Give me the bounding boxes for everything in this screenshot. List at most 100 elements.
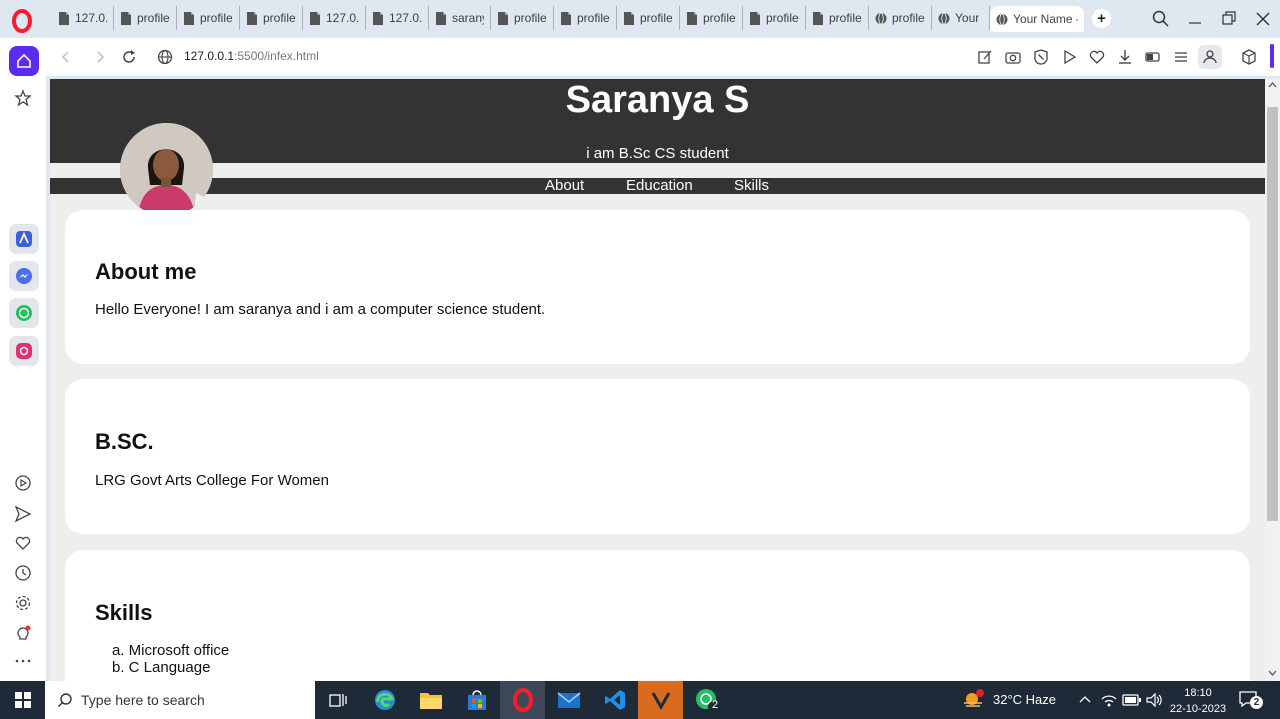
start-button[interactable]: [0, 681, 45, 719]
opera-sidebar: [0, 38, 46, 681]
home-button[interactable]: [9, 46, 39, 76]
browser-tab[interactable]: Your N: [932, 6, 990, 30]
notification-center-button[interactable]: 2: [1238, 690, 1263, 712]
tips-button[interactable]: [9, 620, 37, 648]
easy-setup-icon[interactable]: [1172, 48, 1190, 66]
battery-icon[interactable]: [1122, 693, 1142, 707]
tab-title: profile: [766, 11, 799, 25]
send-button[interactable]: [9, 500, 37, 528]
task-view-button[interactable]: [315, 681, 360, 719]
scrollbar-thumb[interactable]: [1267, 107, 1278, 521]
tab-title: profile: [200, 11, 233, 25]
education-text: LRG Govt Arts College For Women: [95, 472, 329, 489]
taskbar-search[interactable]: Type here to search: [45, 681, 315, 719]
address-bar[interactable]: 127.0.0.1:5500/infex.html: [184, 49, 319, 63]
skills-heading: Skills: [95, 600, 153, 625]
browser-tab[interactable]: 127.0.0: [52, 6, 114, 30]
extensions-cube-icon[interactable]: [1240, 48, 1258, 66]
scroll-down-icon[interactable]: [1268, 670, 1277, 677]
volume-icon[interactable]: [1145, 692, 1163, 708]
close-window-icon[interactable]: [1253, 9, 1273, 29]
browser-tab[interactable]: 127.0.0: [366, 6, 429, 30]
browser-tab[interactable]: saranya: [429, 6, 491, 30]
bookmarks-button[interactable]: [9, 529, 37, 557]
browser-tab[interactable]: profile: [680, 6, 743, 30]
forward-icon[interactable]: [91, 48, 109, 66]
vscode-button[interactable]: [592, 681, 637, 719]
tab-title: Your Name -: [1013, 12, 1078, 26]
nav-link-about[interactable]: About: [545, 177, 584, 194]
player-button[interactable]: [9, 469, 37, 497]
browser-tab[interactable]: profile: [869, 6, 932, 30]
reload-icon[interactable]: [120, 48, 138, 66]
nav-link-skills[interactable]: Skills: [734, 177, 769, 194]
skills-list: a. Microsoft office b. C Language: [112, 642, 229, 676]
browser-tab[interactable]: profile: [743, 6, 806, 30]
wifi-icon[interactable]: [1100, 692, 1118, 708]
adblock-shield-icon[interactable]: [1032, 48, 1050, 66]
tab-title: profile: [577, 11, 610, 25]
whatsapp-app-button[interactable]: [9, 298, 39, 328]
speed-dial-button[interactable]: [9, 84, 37, 112]
history-button[interactable]: [9, 559, 37, 587]
store-button[interactable]: [454, 681, 499, 719]
tab-title: profile: [263, 11, 296, 25]
camera-icon[interactable]: [1004, 48, 1022, 66]
weather-haze-icon[interactable]: [962, 689, 984, 709]
browser-tab[interactable]: profile: [617, 6, 680, 30]
document-icon: [561, 11, 571, 25]
scroll-up-icon[interactable]: [1268, 81, 1277, 88]
search-tabs-icon[interactable]: [1151, 9, 1171, 29]
edge-taskbar-button[interactable]: [362, 681, 407, 719]
globe-icon[interactable]: [156, 48, 174, 66]
tab-active[interactable]: Your Name -: [990, 6, 1084, 32]
browser-tab[interactable]: profile: [240, 6, 303, 30]
new-tab-button[interactable]: +: [1092, 9, 1111, 28]
heart-icon: [15, 536, 31, 550]
browser-tab[interactable]: profile: [177, 6, 240, 30]
nav-link-education[interactable]: Education: [626, 177, 693, 194]
app-v-button[interactable]: [638, 681, 683, 719]
weather-text[interactable]: 32°C Haze: [993, 692, 1056, 707]
whatsapp-taskbar-button[interactable]: 2: [684, 681, 729, 719]
minimize-icon[interactable]: [1185, 9, 1205, 29]
browser-tab[interactable]: profile: [806, 6, 869, 30]
snapshot-edit-icon[interactable]: [976, 48, 994, 66]
page-scrollbar[interactable]: [1265, 79, 1280, 681]
file-explorer-button[interactable]: [408, 681, 453, 719]
search-icon: [58, 693, 72, 707]
browser-tab[interactable]: profile: [491, 6, 554, 30]
globe-icon: [938, 12, 950, 24]
browser-tab[interactable]: 127.0.0: [303, 6, 366, 30]
skills-card: Skills a. Microsoft office b. C Language: [65, 550, 1250, 681]
document-icon: [687, 11, 697, 25]
system-clock[interactable]: 18:10 22-10-2023: [1166, 685, 1230, 717]
browser-toolbar: 127.0.0.1:5500/infex.html: [46, 38, 1280, 76]
chevron-up-icon[interactable]: [1078, 694, 1092, 704]
settings-button[interactable]: [9, 589, 37, 617]
skill-item: b. C Language: [112, 659, 211, 676]
download-icon[interactable]: [1116, 48, 1134, 66]
mail-button[interactable]: [546, 681, 591, 719]
document-icon: [813, 11, 823, 25]
document-icon: [59, 11, 69, 25]
aria-app-button[interactable]: [9, 224, 39, 254]
player-play-icon[interactable]: [1060, 48, 1078, 66]
whatsapp-badge: 2: [712, 699, 719, 711]
tab-title: profile: [703, 11, 736, 25]
more-button[interactable]: [9, 647, 37, 675]
more-dots-icon: [15, 659, 31, 663]
battery-saver-icon[interactable]: [1144, 48, 1162, 66]
restore-icon[interactable]: [1219, 9, 1239, 29]
browser-tab[interactable]: profile: [114, 6, 177, 30]
messenger-app-button[interactable]: [9, 261, 39, 291]
back-icon[interactable]: [57, 48, 75, 66]
site-nav: About Education Skills: [50, 177, 1265, 194]
opera-taskbar-button[interactable]: [500, 681, 545, 719]
browser-tab[interactable]: profile: [554, 6, 617, 30]
opera-logo-icon[interactable]: [10, 9, 34, 33]
profile-button[interactable]: [1198, 45, 1222, 69]
instagram-app-button[interactable]: [9, 336, 39, 366]
skill-item: a. Microsoft office: [112, 642, 230, 659]
bookmark-heart-icon[interactable]: [1088, 48, 1106, 66]
